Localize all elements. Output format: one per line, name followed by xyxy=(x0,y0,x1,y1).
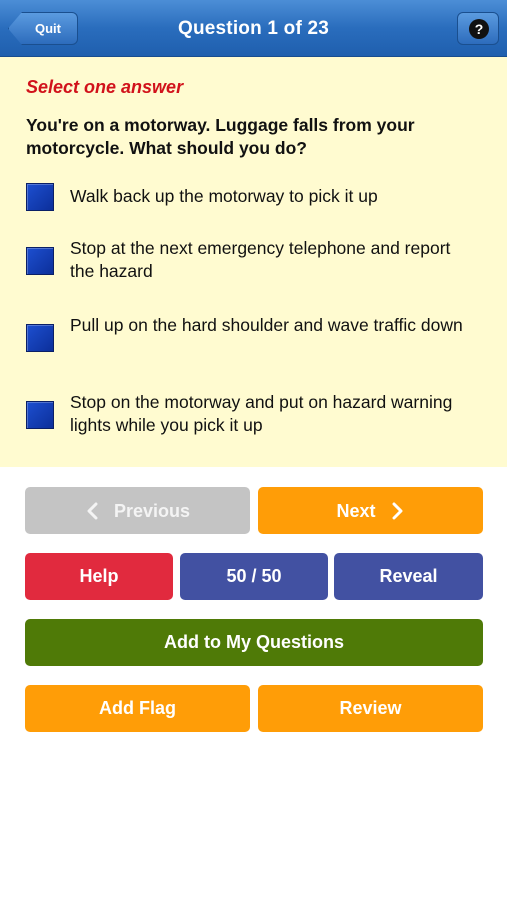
fifty-fifty-button[interactable]: 50 / 50 xyxy=(180,553,328,600)
answer-option-1[interactable]: Walk back up the motorway to pick it up xyxy=(26,183,481,213)
checkbox-icon[interactable] xyxy=(26,247,54,275)
answer-instruction: Select one answer xyxy=(26,77,184,97)
review-button[interactable]: Review xyxy=(258,685,483,732)
next-label: Next xyxy=(336,500,376,521)
previous-button[interactable]: Previous xyxy=(25,487,250,534)
answer-text: Walk back up the motorway to pick it up xyxy=(70,186,378,206)
chevron-left-icon xyxy=(85,502,101,520)
question-circle-icon: ? xyxy=(469,19,489,39)
answer-text: Pull up on the hard shoulder and wave tr… xyxy=(70,315,463,335)
add-flag-button[interactable]: Add Flag xyxy=(25,685,250,732)
help-info-button[interactable]: ? xyxy=(457,12,499,45)
answer-text: Stop at the next emergency telephone and… xyxy=(70,238,451,281)
answer-option-3[interactable]: Pull up on the hard shoulder and wave tr… xyxy=(26,312,481,360)
help-button[interactable]: Help xyxy=(25,553,173,600)
answer-option-4[interactable]: Stop on the motorway and put on hazard w… xyxy=(26,389,481,437)
top-navbar: Quit Question 1 of 23 ? xyxy=(0,0,507,57)
chevron-right-icon xyxy=(389,502,405,520)
checkbox-icon[interactable] xyxy=(26,324,54,352)
question-text: You're on a motorway. Luggage falls from… xyxy=(26,115,415,158)
answer-option-2[interactable]: Stop at the next emergency telephone and… xyxy=(26,235,481,283)
checkbox-icon[interactable] xyxy=(26,183,54,211)
reveal-button[interactable]: Reveal xyxy=(334,553,483,600)
question-panel: Select one answer You're on a motorway. … xyxy=(0,57,507,467)
next-button[interactable]: Next xyxy=(258,487,483,534)
page-title: Question 1 of 23 xyxy=(177,18,329,39)
add-to-my-questions-button[interactable]: Add to My Questions xyxy=(25,619,483,666)
checkbox-icon[interactable] xyxy=(26,401,54,429)
previous-label: Previous xyxy=(113,500,191,521)
answer-text: Stop on the motorway and put on hazard w… xyxy=(70,392,453,435)
